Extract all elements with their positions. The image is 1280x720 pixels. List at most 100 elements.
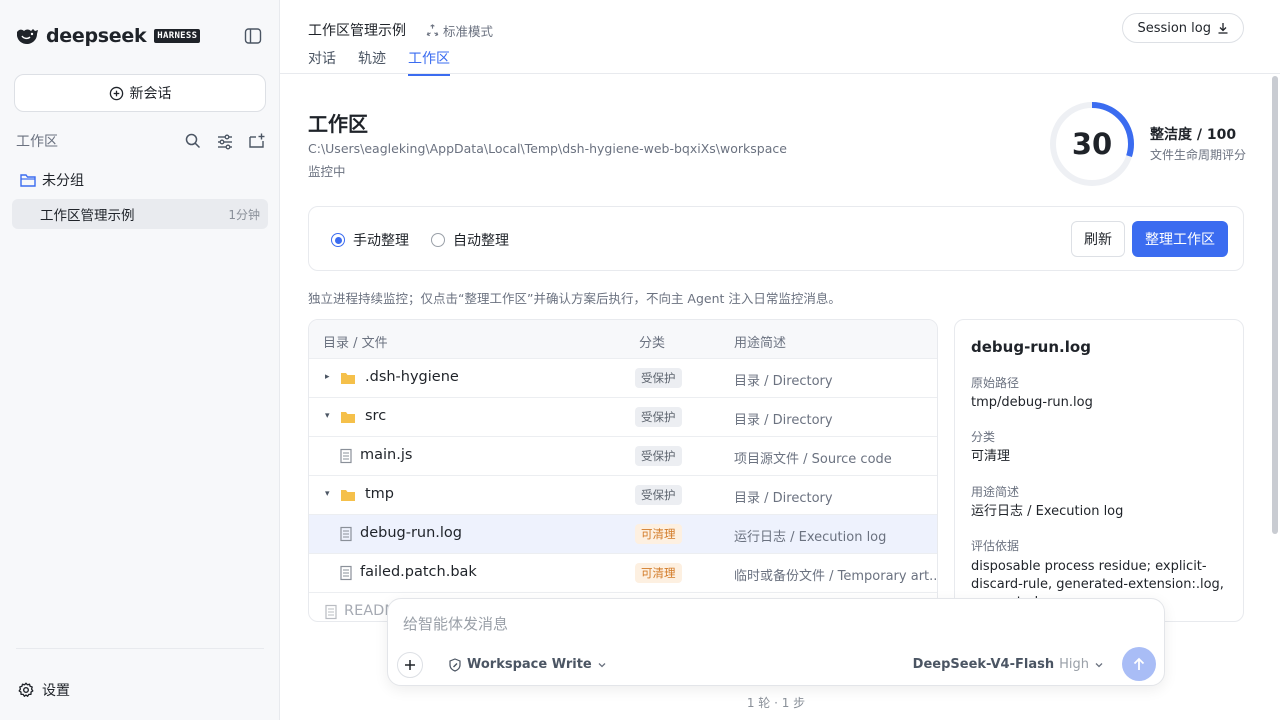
chevron-down-icon	[1095, 662, 1103, 667]
top-bar: 工作区管理示例 标准模式 对话 轨迹 工作区 Session log	[280, 0, 1280, 76]
table-row[interactable]: failed.patch.bak 可清理 临时或备份文件 / Temporary…	[309, 554, 938, 593]
mode-indicator[interactable]: 标准模式	[426, 21, 493, 40]
auto-mode-radio[interactable]: 自动整理	[431, 230, 509, 250]
file-icon	[340, 526, 352, 542]
table-row-selected[interactable]: debug-run.log 可清理 运行日志 / Execution log	[309, 515, 937, 554]
column-header-purpose: 用途简述	[734, 336, 787, 351]
message-composer: Workspace Write DeepSeek-V4-Flash High	[387, 598, 1165, 686]
category-badge: 受保护	[635, 446, 682, 466]
radio-dot-checked[interactable]	[331, 233, 345, 247]
workspace-path: C:\Users\eagleking\AppData\Local\Temp\ds…	[308, 141, 787, 156]
send-button[interactable]	[1122, 647, 1156, 681]
attach-button[interactable]	[397, 652, 423, 678]
category-badge: 受保护	[635, 485, 682, 505]
mode-label: 标准模式	[443, 24, 494, 39]
row-purpose: 项目源文件 / Source code	[734, 452, 892, 467]
table-row[interactable]: ▸ .dsh-hygiene 受保护 目录 / Directory	[309, 359, 937, 398]
manual-mode-radio[interactable]: 手动整理	[331, 230, 409, 250]
row-purpose: 运行日志 / Execution log	[734, 530, 887, 545]
table-row[interactable]: ▾ src 受保护 目录 / Directory	[309, 398, 937, 437]
score-label: 整洁度 / 100	[1150, 127, 1237, 143]
row-name: tmp	[365, 486, 395, 502]
collapse-caret-icon[interactable]: ▾	[325, 489, 330, 499]
detail-purpose: 运行日志 / Execution log	[971, 504, 1124, 519]
category-badge: 可清理	[635, 524, 682, 544]
brand[interactable]: deepseek HARNESS	[16, 24, 201, 48]
tab-trace[interactable]: 轨迹	[358, 48, 386, 76]
workspace-title: 工作区	[308, 112, 368, 136]
model-selector[interactable]: DeepSeek-V4-Flash High	[913, 657, 1104, 672]
folder-icon	[20, 174, 36, 187]
new-folder-icon[interactable]	[248, 132, 266, 150]
whale-logo-icon	[17, 29, 38, 44]
category-badge: 受保护	[635, 407, 682, 427]
radio-dot[interactable]	[431, 233, 445, 247]
session-log-label: Session log	[1137, 20, 1211, 36]
expand-caret-icon[interactable]: ▸	[325, 372, 330, 382]
row-purpose: 目录 / Directory	[734, 374, 833, 389]
tab-workspace[interactable]: 工作区	[408, 48, 450, 76]
file-detail-panel: debug-run.log 原始路径 tmp/debug-run.log 分类 …	[954, 319, 1244, 622]
permission-label: Workspace Write	[467, 657, 592, 672]
message-input[interactable]	[403, 613, 1143, 635]
workspace-section-header: 工作区	[16, 130, 266, 152]
score-sublabel: 文件生命周期评分	[1150, 148, 1247, 162]
filter-sliders-icon[interactable]	[216, 132, 234, 150]
new-chat-label: 新会话	[129, 86, 172, 102]
detail-path: tmp/debug-run.log	[971, 395, 1093, 410]
permission-selector[interactable]: Workspace Write	[448, 657, 607, 672]
arrow-up-icon	[1133, 657, 1145, 670]
table-row[interactable]: main.js 受保护 项目源文件 / Source code	[309, 437, 937, 476]
plus-circle-icon	[109, 86, 123, 100]
recycle-icon	[426, 24, 439, 37]
manual-mode-label: 手动整理	[353, 233, 409, 249]
table-row[interactable]: ▾ tmp 受保护 目录 / Directory	[309, 476, 937, 515]
cleanup-controls: 手动整理 自动整理 刷新 整理工作区	[308, 206, 1244, 271]
row-name: main.js	[360, 447, 413, 463]
row-name: .dsh-hygiene	[365, 369, 459, 385]
row-name: debug-run.log	[360, 525, 463, 541]
scrollbar[interactable]	[1270, 74, 1280, 720]
table-header: 目录 / 文件 分类 用途简述	[309, 320, 937, 359]
column-header-name: 目录 / 文件	[323, 336, 388, 351]
chevron-down-icon	[598, 662, 606, 667]
detail-path-label: 原始路径	[971, 376, 1020, 390]
turn-step-counter: 1 轮 · 1 步	[746, 696, 806, 710]
sidebar: deepseek HARNESS 新会话 工作区 未分组 工作区管理示例 1分钟…	[0, 0, 280, 720]
row-purpose: 目录 / Directory	[734, 491, 833, 506]
tab-chat[interactable]: 对话	[308, 48, 336, 76]
collapse-caret-icon[interactable]: ▾	[325, 411, 330, 421]
workspace-status: 监控中	[308, 164, 346, 179]
new-chat-button[interactable]: 新会话	[14, 74, 266, 112]
file-table: 目录 / 文件 分类 用途简述 ▸ .dsh-hygiene 受保护 目录 / …	[308, 319, 938, 622]
scrollbar-thumb[interactable]	[1272, 76, 1278, 534]
group-label: 未分组	[42, 173, 84, 189]
folder-icon	[341, 412, 355, 423]
download-icon	[1218, 23, 1228, 34]
detail-title: debug-run.log	[971, 338, 1091, 356]
file-icon	[340, 448, 352, 464]
session-log-button[interactable]: Session log	[1122, 13, 1244, 43]
refresh-button[interactable]: 刷新	[1071, 221, 1125, 257]
search-icon[interactable]	[184, 132, 202, 150]
file-icon	[340, 565, 352, 581]
reasoning-level: High	[1059, 657, 1089, 672]
brand-name: deepseek	[46, 25, 147, 47]
auto-mode-label: 自动整理	[453, 233, 509, 249]
clean-workspace-button[interactable]: 整理工作区	[1132, 221, 1228, 257]
session-item[interactable]: 工作区管理示例 1分钟	[12, 199, 268, 229]
column-header-category: 分类	[639, 336, 666, 351]
page-title: 工作区管理示例	[308, 23, 406, 39]
row-purpose: 临时或备份文件 / Temporary art...	[734, 569, 938, 584]
session-title: 工作区管理示例	[40, 208, 135, 224]
detail-category-label: 分类	[971, 430, 996, 444]
category-badge: 可清理	[635, 563, 682, 583]
sidebar-toggle-icon[interactable]	[244, 27, 262, 45]
plus-icon	[405, 660, 415, 670]
workspace-section-label: 工作区	[16, 134, 58, 150]
row-purpose: 目录 / Directory	[734, 413, 833, 428]
folder-icon	[341, 373, 355, 384]
detail-purpose-label: 用途简述	[971, 485, 1020, 499]
group-ungrouped[interactable]: 未分组	[20, 170, 84, 190]
detail-category: 可清理	[971, 449, 1011, 464]
